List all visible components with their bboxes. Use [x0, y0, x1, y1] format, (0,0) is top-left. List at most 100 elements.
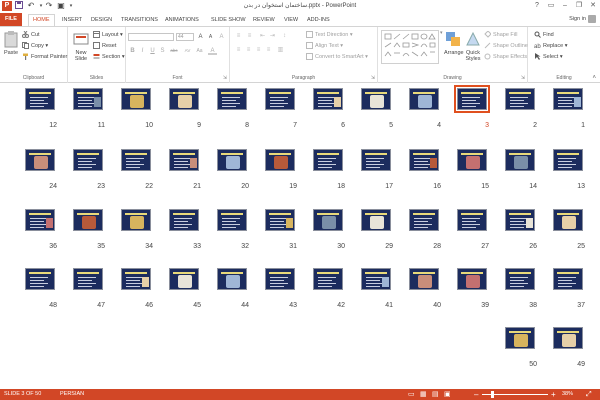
character-spacing-button[interactable]: AV	[182, 47, 193, 55]
font-name-combo[interactable]	[128, 33, 174, 41]
slide-thumbnail[interactable]	[454, 85, 490, 113]
shape-fill-button[interactable]: Shape Fill	[484, 30, 517, 40]
replace-button[interactable]: ab Replace ▾	[534, 42, 567, 51]
slide-thumbnail[interactable]	[265, 88, 295, 110]
align-center-button[interactable]: ≡	[244, 46, 253, 54]
shape-effects-button[interactable]: Shape Effects	[484, 53, 527, 62]
normal-view-icon[interactable]: ▭	[408, 389, 415, 400]
slide-thumbnail[interactable]	[505, 327, 535, 349]
slide-thumbnail[interactable]	[361, 209, 391, 231]
slide-thumbnail[interactable]	[313, 149, 343, 171]
slide-thumbnail[interactable]	[217, 149, 247, 171]
slide-thumbnail[interactable]	[265, 149, 295, 171]
slide-thumbnail[interactable]	[265, 209, 295, 231]
sign-in-link[interactable]: Sign in	[569, 16, 586, 22]
slide-thumbnail[interactable]	[457, 268, 487, 290]
slide-thumbnail[interactable]	[409, 209, 439, 231]
slide-thumbnail[interactable]	[73, 88, 103, 110]
slide-thumbnail[interactable]	[409, 88, 439, 110]
drawing-dialog-launcher-icon[interactable]: ⇲	[521, 75, 525, 81]
slide-thumbnail[interactable]	[313, 268, 343, 290]
align-right-button[interactable]: ≡	[254, 46, 263, 54]
quick-styles-button[interactable]: Quick Styles	[464, 30, 482, 62]
tab-add-ins[interactable]: ADD-INS	[307, 14, 330, 26]
align-left-button[interactable]: ≡	[234, 46, 243, 54]
slide-thumbnail[interactable]	[409, 268, 439, 290]
slide-thumbnail[interactable]	[121, 88, 151, 110]
slide-thumbnail[interactable]	[25, 209, 55, 231]
shapes-more-icon[interactable]: ▾	[440, 30, 443, 36]
slide-thumbnail[interactable]	[361, 268, 391, 290]
columns-button[interactable]: ▥	[276, 46, 285, 54]
tab-insert[interactable]: INSERT	[62, 14, 82, 26]
slide-thumbnail[interactable]	[505, 268, 535, 290]
tab-animations[interactable]: ANIMATIONS	[165, 14, 199, 26]
minimize-button[interactable]: –	[558, 0, 572, 12]
grow-font-button[interactable]: A	[196, 33, 205, 41]
slide-thumbnail[interactable]	[121, 268, 151, 290]
slide-thumbnail[interactable]	[505, 88, 535, 110]
shadow-button[interactable]: S	[158, 47, 167, 55]
tab-design[interactable]: DESIGN	[91, 14, 112, 26]
cut-button[interactable]: Cut	[22, 30, 40, 40]
slide-thumbnail[interactable]	[361, 149, 391, 171]
arrange-button[interactable]: Arrange	[444, 30, 464, 56]
zoom-slider-thumb[interactable]	[491, 391, 495, 398]
slide-thumbnail[interactable]	[169, 88, 199, 110]
slide-thumbnail[interactable]	[25, 88, 55, 110]
shapes-gallery[interactable]	[381, 30, 439, 64]
zoom-level[interactable]: 38%	[562, 389, 573, 400]
slide-thumbnail[interactable]	[313, 88, 343, 110]
reset-button[interactable]: Reset	[93, 42, 116, 51]
select-button[interactable]: Select ▾	[534, 53, 563, 62]
tab-transitions[interactable]: TRANSITIONS	[121, 14, 158, 26]
new-slide-button[interactable]: New Slide	[71, 30, 91, 62]
slide-count-status[interactable]: SLIDE 3 OF 50	[4, 389, 41, 400]
slide-thumbnail[interactable]	[553, 268, 583, 290]
find-button[interactable]: Find	[534, 31, 554, 40]
slide-thumbnail[interactable]	[121, 149, 151, 171]
collapse-ribbon-icon[interactable]: ˄	[592, 75, 596, 81]
change-case-button[interactable]: Aa	[194, 47, 205, 55]
copy-button[interactable]: Copy ▾	[22, 42, 48, 51]
slide-thumbnail[interactable]	[169, 268, 199, 290]
slide-thumbnail[interactable]	[457, 209, 487, 231]
slide-thumbnail[interactable]	[169, 209, 199, 231]
slideshow-view-icon[interactable]: ▣	[444, 389, 451, 400]
close-button[interactable]: ✕	[586, 0, 600, 12]
clear-formatting-button[interactable]: A	[217, 33, 226, 41]
font-size-combo[interactable]: 44	[176, 33, 194, 41]
line-spacing-button[interactable]: ↕	[280, 32, 289, 40]
help-button[interactable]: ?	[530, 0, 544, 12]
tab-view[interactable]: VIEW	[284, 14, 298, 26]
tab-file[interactable]: FILE	[0, 13, 22, 26]
account-avatar[interactable]	[588, 15, 596, 23]
slide-thumbnail[interactable]	[73, 209, 103, 231]
slide-thumbnail[interactable]	[217, 88, 247, 110]
align-text-button[interactable]: Align Text ▾	[306, 42, 343, 51]
zoom-out-button[interactable]: –	[474, 389, 478, 400]
slide-thumbnail[interactable]	[217, 268, 247, 290]
tab-review[interactable]: REVIEW	[253, 14, 275, 26]
shape-outline-button[interactable]: Shape Outline	[484, 42, 528, 51]
ribbon-display-options-icon[interactable]: ▭	[544, 0, 558, 12]
slide-thumbnail[interactable]	[313, 209, 343, 231]
slide-thumbnail[interactable]	[553, 149, 583, 171]
shrink-font-button[interactable]: A	[206, 33, 215, 41]
slide-thumbnail[interactable]	[361, 88, 391, 110]
slide-thumbnail[interactable]	[553, 327, 583, 349]
slide-thumbnail[interactable]	[265, 268, 295, 290]
language-indicator[interactable]: PERSIAN	[60, 389, 84, 400]
convert-smartart-button[interactable]: Convert to SmartArt ▾	[306, 53, 368, 62]
underline-button[interactable]: U	[148, 47, 157, 55]
slide-thumbnail[interactable]	[553, 209, 583, 231]
zoom-in-button[interactable]: +	[551, 389, 556, 400]
paragraph-dialog-launcher-icon[interactable]: ⇲	[371, 75, 375, 81]
tab-slide-show[interactable]: SLIDE SHOW	[211, 14, 246, 26]
slide-sorter[interactable]: 1 2 3 4 5 6 7 8 9 10 11 12 13 14 15 16 17 18 19 20 21 22 23 24 2…	[0, 83, 600, 389]
slide-thumbnail[interactable]	[121, 209, 151, 231]
slide-thumbnail[interactable]	[73, 149, 103, 171]
italic-button[interactable]: I	[138, 47, 147, 55]
numbering-button[interactable]: ≡	[245, 32, 254, 40]
slide-thumbnail[interactable]	[409, 149, 439, 171]
